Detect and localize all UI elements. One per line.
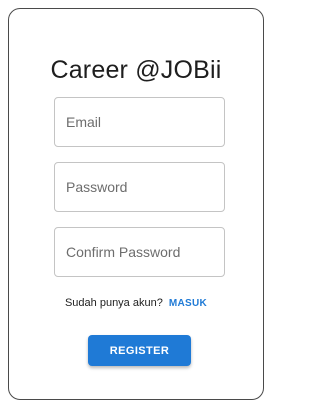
register-button[interactable]: REGISTER <box>88 335 191 366</box>
confirm-password-field-container <box>54 227 225 277</box>
login-prompt-text: Sudah punya akun? <box>64 297 163 309</box>
login-prompt: Sudah punya akun? MASUK <box>9 297 263 309</box>
password-field-container <box>54 162 225 212</box>
login-link[interactable]: MASUK <box>169 298 207 309</box>
email-field[interactable] <box>55 98 224 146</box>
page-title: Career @JOBii <box>50 56 222 84</box>
password-field[interactable] <box>55 163 224 211</box>
email-field-container <box>54 97 225 147</box>
register-card: Career @JOBii Sudah punya akun? MASUK REG… <box>8 8 264 400</box>
confirm-password-field[interactable] <box>55 228 224 276</box>
